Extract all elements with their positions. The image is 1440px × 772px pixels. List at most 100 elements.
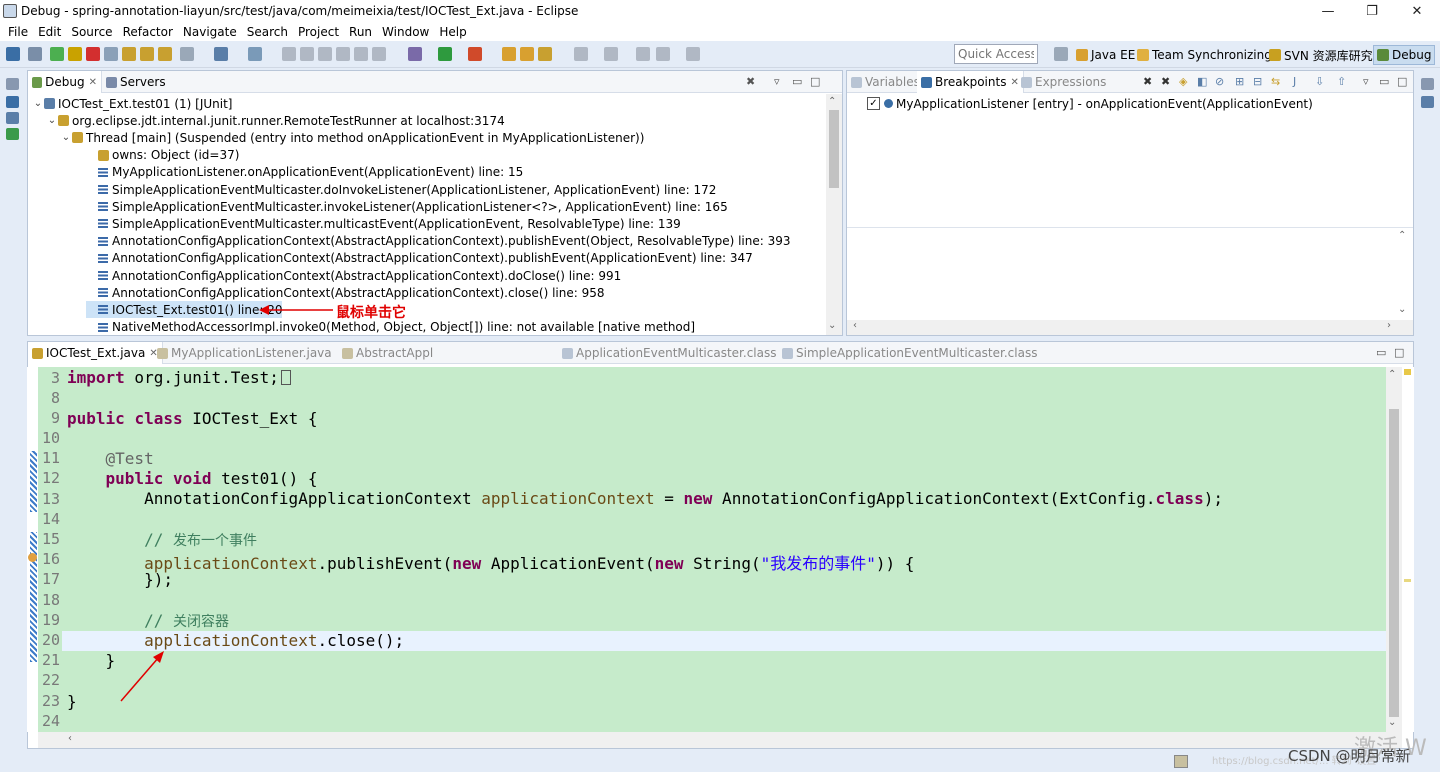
debug-scrollbar[interactable]: ⌃ ⌄	[826, 94, 842, 335]
link-with-debug-icon[interactable]: ⇆	[1271, 75, 1280, 88]
console-icon[interactable]	[6, 128, 19, 140]
debug-run-icon[interactable]	[408, 47, 422, 61]
folded-import-box[interactable]	[280, 370, 291, 385]
debug-tree-row[interactable]: ⌄ org.eclipse.jdt.internal.junit.runner.R…	[46, 112, 505, 129]
view-menu-icon[interactable]: ▿	[1363, 75, 1369, 88]
scroll-down-icon[interactable]: ⌄	[1388, 717, 1396, 728]
menu-help[interactable]: Help	[434, 25, 471, 39]
run-icon[interactable]	[438, 47, 452, 61]
menu-refactor[interactable]: Refactor	[118, 25, 178, 39]
minimize-view-icon[interactable]: ▭	[792, 75, 802, 88]
restore-right-icon[interactable]	[1421, 78, 1434, 90]
open-type-icon[interactable]	[300, 47, 314, 61]
tab-variables[interactable]: Variables	[847, 71, 924, 93]
overview-marker[interactable]	[1404, 579, 1411, 582]
perspective-java-ee[interactable]: Java EE	[1076, 45, 1135, 65]
editor-vscrollbar[interactable]: ⌃ ⌄	[1386, 367, 1402, 732]
debug-tree-row[interactable]: ⌄ Thread [main] (Suspended (entry into me…	[60, 129, 645, 146]
step-over-icon[interactable]	[140, 47, 154, 61]
close-button[interactable]: ✕	[1394, 0, 1440, 22]
tab-debug[interactable]: Debug ✕	[28, 71, 102, 93]
open-folder-icon[interactable]	[502, 47, 516, 61]
tab-expressions[interactable]: Expressions	[1017, 71, 1110, 93]
breakpoint-item[interactable]: ✓ MyApplicationListener [entry] - onAppl…	[867, 95, 1313, 112]
save-icon[interactable]	[248, 47, 262, 61]
scroll-down-icon[interactable]: ⌄	[828, 320, 836, 331]
menu-window[interactable]: Window	[377, 25, 434, 39]
debug-tree-row[interactable]: ⌄ IOCTest_Ext.test01 (1) [JUnit]	[32, 95, 233, 112]
use-step-filters-icon[interactable]	[180, 47, 194, 61]
external-tools-icon[interactable]	[468, 47, 482, 61]
status-icon[interactable]	[1174, 755, 1188, 768]
menu-search[interactable]: Search	[242, 25, 293, 39]
debug-tree-row[interactable]: SimpleApplicationEventMulticaster.doInvo…	[86, 181, 716, 198]
tree-twisty-icon[interactable]: ⌄	[60, 132, 72, 143]
maximize-button[interactable]: ❐	[1349, 0, 1395, 22]
open-package-icon[interactable]	[520, 47, 534, 61]
tab-applicationeventmulticaster[interactable]: ApplicationEventMulticaster.class	[558, 342, 780, 364]
forward-icon[interactable]	[686, 47, 700, 61]
perspective-svn[interactable]: SVN 资源库研究	[1269, 45, 1373, 65]
suspend-icon[interactable]	[68, 47, 82, 61]
tree-twisty-icon[interactable]: ⌄	[32, 98, 44, 109]
menu-navigate[interactable]: Navigate	[178, 25, 242, 39]
maximize-view-icon[interactable]: □	[810, 75, 820, 88]
back-icon[interactable]	[656, 47, 670, 61]
debug-tree-row[interactable]: IOCTest_Ext.test01() line: 20	[86, 301, 283, 319]
minimize-editor-icon[interactable]: ▭	[1376, 346, 1386, 359]
debug-tree-row[interactable]: AnnotationConfigApplicationContext(Abstr…	[86, 250, 753, 267]
skip-breakpoints-icon[interactable]	[28, 47, 42, 61]
open-task-icon[interactable]	[318, 47, 332, 61]
scroll-up-icon[interactable]: ⌃	[1388, 369, 1396, 380]
breakpoint-checkbox[interactable]: ✓	[867, 97, 880, 110]
print-icon[interactable]	[282, 47, 296, 61]
new-project-icon[interactable]	[214, 47, 228, 61]
show-supported-icon[interactable]: ◈	[1179, 75, 1187, 88]
editor-hscrollbar[interactable]: ‹	[38, 732, 1402, 748]
scroll-up-icon[interactable]: ⌃	[1398, 230, 1406, 241]
outline-icon[interactable]	[6, 112, 19, 124]
collapse-all-icon[interactable]: ⊟	[1253, 75, 1262, 88]
menu-source[interactable]: Source	[66, 25, 117, 39]
skip-all-icon[interactable]: ⊘	[1215, 75, 1224, 88]
tab-breakpoints[interactable]: Breakpoints ✕	[917, 71, 1024, 93]
pen-icon[interactable]	[538, 47, 552, 61]
tab-myapplicationlistener[interactable]: MyApplicationListener.java	[153, 342, 336, 364]
overview-marker[interactable]	[1404, 369, 1411, 375]
menu-project[interactable]: Project	[293, 25, 344, 39]
remove-terminated-icon[interactable]: ✖	[746, 75, 755, 88]
last-edit-icon[interactable]	[636, 47, 650, 61]
overview-ruler[interactable]	[1402, 367, 1414, 732]
menu-run[interactable]: Run	[344, 25, 377, 39]
debug-tree-row[interactable]: AnnotationConfigApplicationContext(Abstr…	[86, 267, 621, 284]
scroll-left-icon[interactable]: ‹	[68, 733, 72, 744]
scroll-left-icon[interactable]: ‹	[853, 320, 857, 331]
disconnect-icon[interactable]	[104, 47, 118, 61]
remove-all-breakpoints-icon[interactable]: ✖	[1161, 75, 1170, 88]
tab-iotest-ext[interactable]: IOCTest_Ext.java ✕	[28, 342, 163, 364]
scroll-right-icon[interactable]: ›	[1387, 320, 1391, 331]
step-into-icon[interactable]	[122, 47, 136, 61]
tab-servers[interactable]: Servers	[102, 71, 170, 93]
debug-tree-row[interactable]: AnnotationConfigApplicationContext(Abstr…	[86, 284, 604, 301]
toggle-mark-icon[interactable]	[372, 47, 386, 61]
terminate-icon[interactable]	[86, 47, 100, 61]
perspective-debug[interactable]: Debug	[1373, 45, 1436, 65]
menu-edit[interactable]: Edit	[33, 25, 66, 39]
debug-tree-row[interactable]: owns: Object (id=37)	[86, 147, 239, 164]
quick-access-input[interactable]	[954, 44, 1038, 64]
maximize-view-icon[interactable]: □	[1397, 75, 1407, 88]
previous-annotation-icon[interactable]	[604, 47, 618, 61]
open-perspective-icon[interactable]	[1054, 47, 1068, 61]
step-return-icon[interactable]	[158, 47, 172, 61]
import-breakpoints-icon[interactable]: ⇩	[1315, 75, 1324, 88]
tab-simpleapplicationeventmulticaster[interactable]: SimpleApplicationEventMulticaster.class	[778, 342, 1041, 364]
annotation-icon[interactable]	[354, 47, 368, 61]
maximize-editor-icon[interactable]: □	[1394, 346, 1404, 359]
scroll-thumb[interactable]	[1389, 409, 1399, 717]
debug-tree-row[interactable]: AnnotationConfigApplicationContext(Abstr…	[86, 233, 791, 250]
restore-icon[interactable]	[6, 78, 19, 90]
scroll-thumb[interactable]	[829, 110, 839, 188]
menu-file[interactable]: File	[3, 25, 33, 39]
new-window-icon[interactable]	[6, 47, 20, 61]
